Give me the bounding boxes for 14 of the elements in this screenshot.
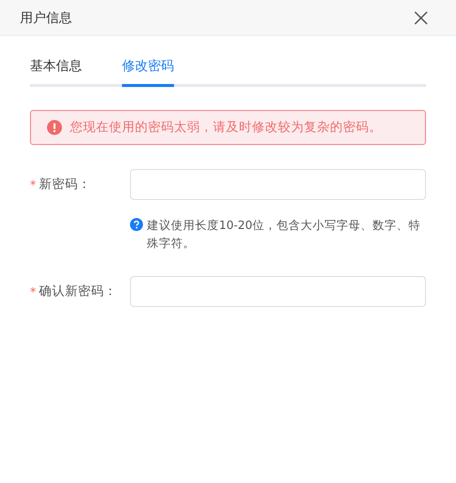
required-mark: * [30, 178, 36, 192]
password-field[interactable] [130, 276, 426, 307]
window-title: 用户信息 [20, 10, 72, 26]
help-icon [130, 218, 143, 231]
tab[interactable]: 基本信息 [30, 57, 82, 87]
field-label: 确认新密码： [39, 283, 117, 300]
hint-text: 建议使用长度10-20位，包含大小写字母、数字、特殊字符。 [147, 217, 422, 252]
tab[interactable]: 修改密码 [122, 57, 174, 87]
close-button[interactable] [414, 10, 428, 24]
required-mark: * [30, 284, 36, 298]
exclamation-icon [47, 120, 62, 135]
password-field[interactable] [130, 169, 426, 200]
field-label: 新密码： [39, 176, 91, 193]
alert-text: 您现在使用的密码太弱，请及时修改较为复杂的密码。 [70, 119, 382, 136]
